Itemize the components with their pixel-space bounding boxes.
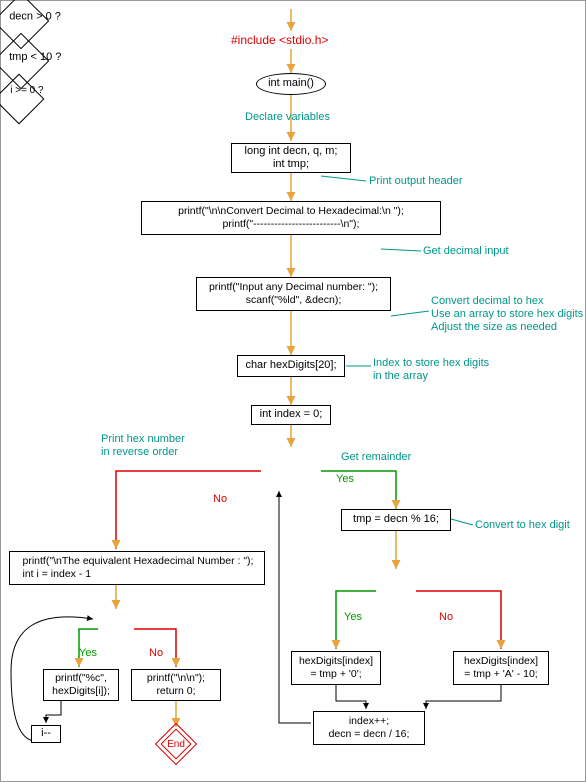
decl-node: long int decn, q, m; int tmp;: [231, 143, 351, 173]
annot-declare: Declare variables: [245, 111, 330, 124]
idx-text: int index = 0;: [260, 408, 323, 421]
cond-tmp-label: tmp < 10 ?: [9, 51, 61, 63]
nl-node: printf("\n\n"); return 0;: [131, 669, 221, 701]
dig0-text: hexDigits[index] = tmp + '0';: [299, 655, 373, 680]
step-node: index++; decn = decn / 16;: [313, 711, 425, 745]
input-node: printf("Input any Decimal number: "); sc…: [196, 277, 391, 311]
dig0-node: hexDigits[index] = tmp + '0';: [291, 651, 381, 685]
out-node: printf("\nThe equivalent Hexadecimal Num…: [9, 551, 265, 585]
digA-text: hexDigits[index] = tmp + 'A' - 10;: [464, 655, 538, 680]
annot-input: Get decimal input: [423, 245, 509, 258]
annot-convert: Convert decimal to hex Use an array to s…: [431, 295, 583, 335]
dec-text: i--: [41, 727, 51, 740]
dec-node: i--: [31, 725, 61, 743]
main-label: int main(): [268, 77, 314, 90]
step-text: index++; decn = decn / 16;: [329, 715, 410, 740]
cond3-yes: Yes: [79, 647, 97, 659]
annot-idx: Index to store hex digits in the array: [373, 357, 489, 383]
annot-rem: Get remainder: [341, 451, 411, 464]
nl-text: printf("\n\n"); return 0;: [147, 672, 205, 697]
cond1-no: No: [213, 493, 227, 505]
include-directive: #include <stdio.h>: [231, 33, 328, 47]
end-label: End: [166, 734, 186, 754]
cond-i-label: i >= 0 ?: [10, 85, 43, 96]
decl-text: long int decn, q, m; int tmp;: [245, 145, 338, 171]
cond3-no: No: [149, 647, 163, 659]
main-node: int main(): [256, 73, 326, 95]
cond-decn-label: decn > 0 ?: [9, 11, 61, 23]
buf-text: char hexDigits[20];: [245, 359, 336, 372]
cond2-no: No: [439, 611, 453, 623]
idx-node: int index = 0;: [251, 405, 331, 425]
annot-reverse: Print hex number in reverse order: [101, 433, 185, 459]
rem-node: tmp = decn % 16;: [341, 509, 451, 531]
header-node: printf("\n\nConvert Decimal to Hexadecim…: [141, 201, 441, 235]
header-text: printf("\n\nConvert Decimal to Hexadecim…: [178, 205, 404, 230]
buf-node: char hexDigits[20];: [237, 355, 345, 377]
annot-header: Print output header: [369, 175, 463, 188]
putc-node: printf("%c", hexDigits[i]);: [43, 669, 119, 701]
putc-text: printf("%c", hexDigits[i]);: [52, 672, 110, 697]
out-text: printf("\nThe equivalent Hexadecimal Num…: [23, 555, 254, 580]
digA-node: hexDigits[index] = tmp + 'A' - 10;: [453, 651, 549, 685]
rem-text: tmp = decn % 16;: [353, 513, 439, 526]
cond2-yes: Yes: [344, 611, 362, 623]
input-text: printf("Input any Decimal number: "); sc…: [209, 281, 378, 306]
cond1-yes: Yes: [336, 473, 354, 485]
annot-tohex: Convert to hex digit: [475, 519, 570, 532]
